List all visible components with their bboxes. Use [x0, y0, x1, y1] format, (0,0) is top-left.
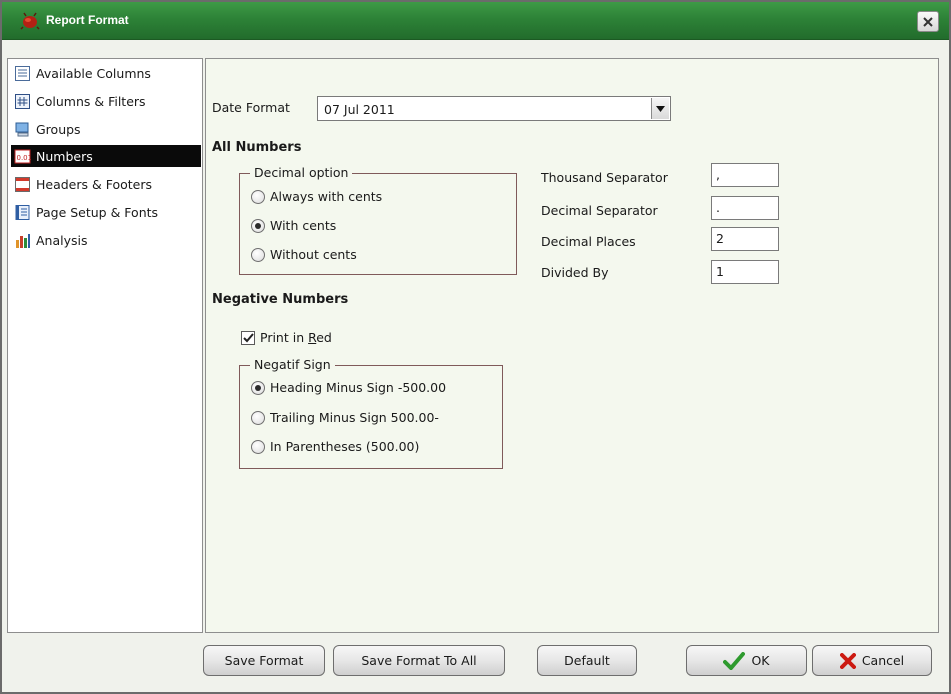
radio-circle-selected — [251, 218, 265, 233]
checkmark-icon — [242, 332, 254, 342]
decimal-option-group: Decimal option Always with cents With ce… — [239, 165, 517, 275]
thousand-separator-input[interactable]: , — [711, 163, 779, 187]
window-title: Report Format — [46, 13, 129, 27]
app-logo-icon — [20, 12, 40, 30]
report-format-window: Report Format Available Columns Columns … — [0, 0, 951, 694]
sidebar-item-groups[interactable]: Groups — [11, 118, 201, 140]
all-numbers-heading: All Numbers — [212, 140, 302, 155]
filter-icon — [15, 93, 30, 109]
save-format-button[interactable]: Save Format — [203, 645, 325, 676]
radio-circle — [251, 247, 265, 262]
chevron-down-icon — [656, 105, 665, 112]
default-button[interactable]: Default — [537, 645, 637, 676]
numbers-icon: 0.01 — [14, 149, 32, 163]
sidebar-item-page-setup-fonts[interactable]: Page Setup & Fonts — [11, 201, 201, 223]
cancel-button[interactable]: Cancel — [812, 645, 932, 676]
ok-button[interactable]: OK — [686, 645, 807, 676]
radio-trailing-minus-sign[interactable]: Trailing Minus Sign 500.00- — [251, 410, 439, 425]
radio-without-cents[interactable]: Without cents — [251, 247, 357, 262]
analysis-chart-icon — [16, 233, 30, 248]
cancel-x-icon — [839, 652, 856, 669]
print-in-red-label: Print in Red — [260, 330, 332, 345]
radio-with-cents[interactable]: With cents — [251, 218, 336, 233]
sidebar-item-label: Groups — [36, 121, 81, 137]
decimal-option-legend: Decimal option — [250, 165, 353, 180]
decimal-places-label: Decimal Places — [541, 234, 636, 249]
headers-footers-icon — [15, 176, 30, 192]
sidebar-item-numbers[interactable]: 0.01 Numbers — [11, 145, 201, 167]
radio-always-with-cents[interactable]: Always with cents — [251, 189, 382, 204]
sidebar-item-columns-filters[interactable]: Columns & Filters — [11, 90, 201, 112]
page-setup-icon — [15, 204, 30, 220]
ok-label: OK — [751, 653, 770, 668]
radio-circle-selected — [251, 380, 265, 395]
radio-label: Always with cents — [270, 189, 383, 204]
radio-label: With cents — [270, 218, 337, 233]
groups-icon — [15, 122, 29, 136]
close-button[interactable] — [917, 11, 939, 32]
cancel-label: Cancel — [861, 653, 905, 668]
radio-label: In Parentheses (500.00) — [270, 439, 420, 454]
radio-circle — [251, 189, 265, 204]
date-format-select[interactable]: 07 Jul 2011 — [317, 96, 671, 121]
sidebar-item-label: Page Setup & Fonts — [36, 204, 159, 220]
divided-by-input[interactable]: 1 — [711, 260, 779, 284]
radio-in-parentheses[interactable]: In Parentheses (500.00) — [251, 439, 419, 454]
thousand-separator-label: Thousand Separator — [541, 170, 668, 185]
radio-circle — [251, 410, 265, 425]
sidebar-item-available-columns[interactable]: Available Columns — [11, 62, 201, 84]
radio-label: Without cents — [270, 247, 357, 262]
sidebar-item-label: Headers & Footers — [36, 176, 153, 192]
decimal-places-input[interactable]: 2 — [711, 227, 779, 251]
checkmark-icon — [723, 651, 746, 670]
columns-list-icon — [15, 65, 30, 81]
radio-label: Trailing Minus Sign 500.00- — [270, 410, 439, 425]
date-format-label: Date Format — [212, 100, 290, 115]
radio-circle — [251, 439, 265, 454]
negatif-sign-group: Negatif Sign Heading Minus Sign -500.00 … — [239, 357, 503, 469]
dropdown-button[interactable] — [651, 98, 669, 119]
checkbox-box — [241, 330, 255, 345]
sidebar-item-analysis[interactable]: Analysis — [11, 229, 201, 251]
title-bar: Report Format — [2, 2, 949, 40]
radio-label: Heading Minus Sign -500.00 — [270, 380, 447, 395]
negative-numbers-heading: Negative Numbers — [212, 292, 349, 307]
save-format-to-all-button[interactable]: Save Format To All — [333, 645, 505, 676]
negatif-sign-legend: Negatif Sign — [250, 357, 335, 372]
print-in-red-checkbox[interactable]: Print in Red — [241, 330, 332, 345]
close-icon — [923, 16, 933, 27]
sidebar-item-label: Columns & Filters — [36, 93, 146, 109]
numbers-settings-panel: Date Format 07 Jul 2011 All Numbers Deci… — [205, 58, 939, 633]
sidebar-item-label: Available Columns — [36, 65, 151, 81]
divided-by-label: Divided By — [541, 265, 609, 280]
sidebar-item-label: Analysis — [36, 232, 88, 248]
sidebar-item-label: Numbers — [36, 148, 93, 164]
sidebar-nav: Available Columns Columns & Filters Grou… — [7, 58, 203, 633]
sidebar-item-headers-footers[interactable]: Headers & Footers — [11, 173, 201, 195]
svg-text:0.01: 0.01 — [17, 154, 32, 162]
date-format-value: 07 Jul 2011 — [324, 102, 395, 117]
decimal-separator-input[interactable]: . — [711, 196, 779, 220]
decimal-separator-label: Decimal Separator — [541, 203, 658, 218]
radio-heading-minus-sign[interactable]: Heading Minus Sign -500.00 — [251, 380, 446, 395]
